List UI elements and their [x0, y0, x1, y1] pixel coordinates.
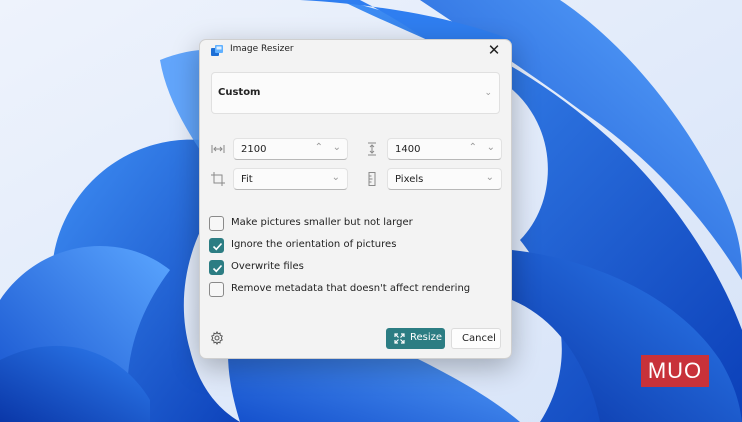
width-decrement-button[interactable]: ⌄ [333, 142, 341, 153]
fit-value: Fit [241, 174, 253, 185]
image-resizer-app-icon [211, 45, 223, 56]
chevron-down-icon: ⌄ [484, 88, 492, 98]
option-ignore-orientation-checkbox[interactable] [209, 238, 224, 253]
checkmark-icon [212, 264, 223, 273]
width-increment-button[interactable]: ⌃ [315, 142, 323, 153]
option-remove-metadata-label: Remove metadata that doesn't affect rend… [231, 283, 471, 294]
checkmark-icon [212, 242, 223, 251]
resize-button[interactable]: Resize [386, 328, 445, 349]
option-ignore-orientation-label: Ignore the orientation of pictures [231, 239, 397, 250]
width-arrows-icon [211, 145, 225, 153]
height-decrement-button[interactable]: ⌄ [487, 142, 495, 153]
unit-value: Pixels [395, 174, 424, 185]
height-value: 1400 [395, 144, 421, 155]
preset-dropdown[interactable]: Custom ⌄ [211, 72, 500, 114]
title-bar: Image Resizer ✕ [200, 40, 511, 60]
option-shrink-only-checkbox[interactable] [209, 216, 224, 231]
cancel-button-label: Cancel [462, 333, 496, 344]
ruler-icon [368, 172, 376, 186]
chevron-down-icon: ⌄ [485, 172, 494, 183]
cancel-button[interactable]: Cancel [451, 328, 501, 349]
option-shrink-only-label: Make pictures smaller but not larger [231, 217, 413, 228]
preset-selected: Custom [218, 87, 261, 98]
height-input[interactable]: 1400 ⌃ ⌄ [387, 138, 502, 160]
resize-button-label: Resize [410, 332, 443, 343]
height-increment-button[interactable]: ⌃ [469, 142, 477, 153]
width-input[interactable]: 2100 ⌃ ⌄ [233, 138, 348, 160]
option-remove-metadata-checkbox[interactable] [209, 282, 224, 297]
resize-arrows-icon [394, 333, 405, 344]
image-resizer-dialog: Image Resizer ✕ Custom ⌄ 2100 ⌃ ⌄ 1400 ⌃… [199, 39, 512, 359]
close-icon: ✕ [487, 41, 501, 59]
crop-icon [211, 172, 225, 186]
muo-watermark: MUO [641, 355, 709, 387]
close-button[interactable]: ✕ [485, 41, 503, 59]
height-arrows-icon [368, 142, 376, 156]
option-overwrite-files-label: Overwrite files [231, 261, 304, 272]
width-value: 2100 [241, 144, 267, 155]
chevron-down-icon: ⌄ [331, 172, 340, 183]
unit-dropdown[interactable]: Pixels ⌄ [387, 168, 502, 190]
option-overwrite-files-checkbox[interactable] [209, 260, 224, 275]
window-title: Image Resizer [230, 44, 294, 54]
fit-dropdown[interactable]: Fit ⌄ [233, 168, 348, 190]
gear-icon[interactable] [210, 331, 224, 345]
